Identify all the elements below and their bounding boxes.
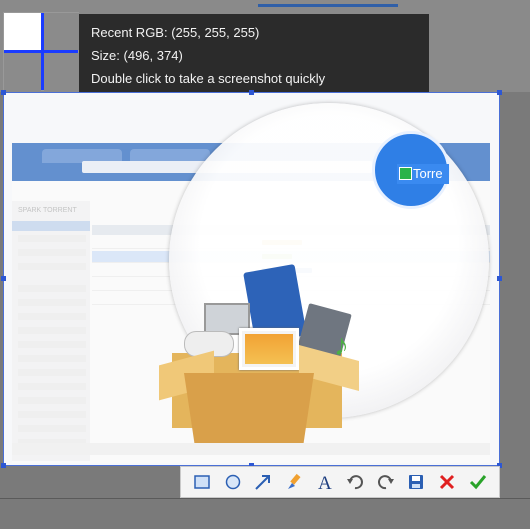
ellipse-tool-button[interactable] — [222, 471, 244, 493]
magnifier-pixel — [4, 13, 41, 50]
sidebar-item — [18, 285, 86, 292]
app-name: SPARK TORRENT — [18, 207, 77, 214]
sidebar-item — [18, 235, 86, 242]
magnifier-pixel — [4, 53, 41, 92]
text-icon: A — [318, 473, 332, 491]
brush-tool-button[interactable] — [283, 471, 305, 493]
crosshair-horizontal — [4, 50, 78, 53]
capture-info-panel: Recent RGB: (255, 255, 255) Size: (496, … — [79, 14, 429, 92]
photo-icon — [239, 328, 299, 370]
sidebar-item — [18, 263, 86, 270]
sidebar-item — [18, 313, 86, 320]
save-icon — [409, 475, 424, 489]
arrow-tool-button[interactable] — [252, 471, 274, 493]
cancel-button[interactable] — [436, 471, 458, 493]
sidebar-item — [18, 383, 86, 390]
app-status-bar — [12, 443, 490, 455]
sidebar-selected-item — [12, 221, 90, 231]
undo-button[interactable] — [344, 471, 366, 493]
torrent-label: Torre — [397, 164, 449, 184]
close-icon — [439, 474, 455, 490]
sidebar-item — [18, 299, 86, 306]
rectangle-tool-button[interactable] — [191, 471, 213, 493]
sidebar-item — [18, 369, 86, 376]
background-accent-line — [258, 4, 398, 7]
sidebar-item — [18, 341, 86, 348]
magnifier-pixel — [44, 53, 80, 92]
brush-icon — [288, 473, 301, 489]
save-button[interactable] — [405, 471, 427, 493]
hint-text: Double click to take a screenshot quickl… — [91, 71, 326, 86]
lens-label-text: Torre — [413, 166, 443, 181]
sidebar-item — [18, 327, 86, 334]
svg-text:A: A — [318, 473, 332, 491]
recent-rgb-text: Recent RGB: (255, 255, 255) — [91, 25, 260, 40]
rectangle-icon — [194, 475, 211, 489]
resize-handle-right[interactable] — [497, 276, 502, 281]
sidebar-item — [18, 355, 86, 362]
magnifier-preview — [3, 12, 80, 92]
sidebar-item — [18, 425, 86, 432]
confirm-button[interactable] — [467, 471, 489, 493]
background-divider — [0, 498, 530, 499]
resize-handle-top[interactable] — [249, 90, 254, 95]
capture-toolbar: A — [180, 466, 500, 498]
check-icon — [469, 475, 486, 490]
redo-button[interactable] — [375, 471, 397, 493]
box-front — [184, 373, 314, 443]
ellipse-icon — [225, 474, 241, 490]
torrent-icon — [399, 167, 412, 180]
resize-handle-bottom-left[interactable] — [1, 463, 6, 468]
resize-handle-left[interactable] — [1, 276, 6, 281]
undo-icon — [347, 475, 364, 490]
resize-handle-top-right[interactable] — [497, 90, 502, 95]
sidebar-item — [18, 249, 86, 256]
torrent-badge-lens: Torre — [372, 131, 450, 209]
size-text: Size: (496, 374) — [91, 48, 183, 63]
magnifier-pixel — [44, 13, 80, 50]
resize-handle-top-left[interactable] — [1, 90, 6, 95]
sidebar-item — [18, 411, 86, 418]
redo-icon — [377, 475, 394, 490]
arrow-icon — [255, 475, 271, 490]
text-tool-button[interactable]: A — [314, 471, 336, 493]
sidebar-item — [18, 397, 86, 404]
app-sidebar: SPARK TORRENT — [12, 201, 90, 461]
capture-selection[interactable]: SPARK TORRENT Torre ♪ — [3, 92, 500, 466]
